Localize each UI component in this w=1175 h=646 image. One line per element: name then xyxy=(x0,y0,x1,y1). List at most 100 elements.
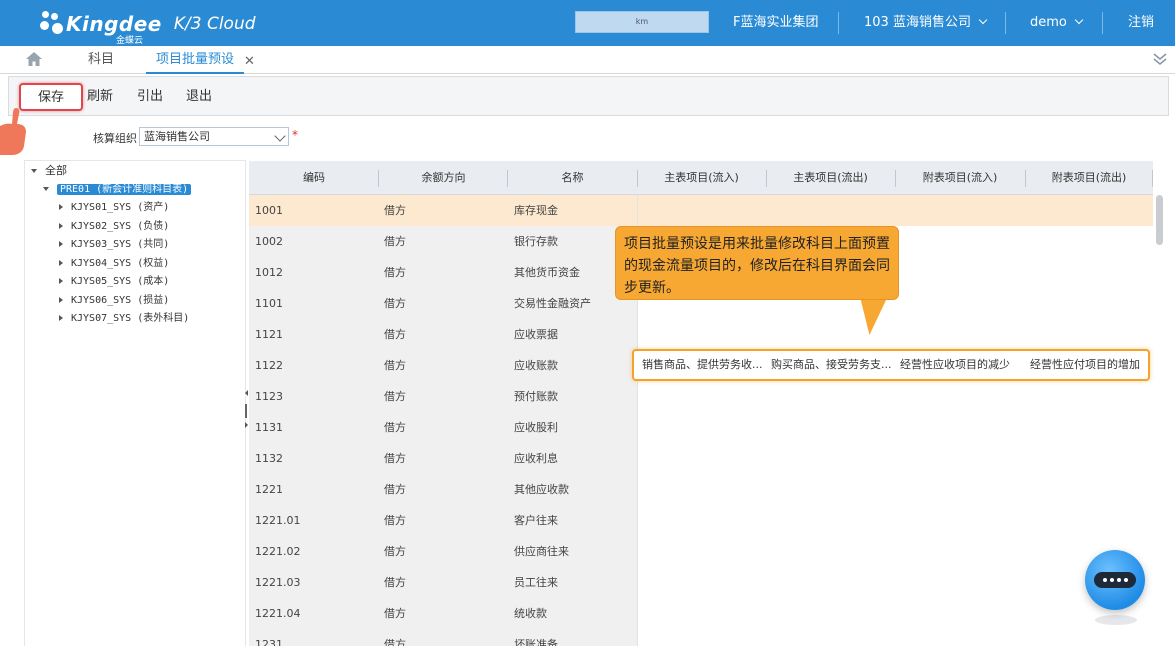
col-direction[interactable]: 余额方向 xyxy=(379,161,508,195)
cashflow-item-main-in[interactable]: 销售商品、提供劳务收... xyxy=(642,351,763,379)
tree-root[interactable]: 全部 xyxy=(31,163,67,179)
cell-direction: 借方 xyxy=(384,576,406,589)
row-item-cells[interactable] xyxy=(637,629,1153,646)
col-main-in[interactable]: 主表项目(流入) xyxy=(637,161,766,195)
tab-subject[interactable]: 科目 xyxy=(88,46,114,74)
row-item-cells[interactable] xyxy=(637,195,1153,226)
table-row[interactable]: 1221.02 借方 供应商往来 xyxy=(249,536,1153,567)
row-fixed-cells xyxy=(249,350,637,381)
caret-down-icon xyxy=(43,187,49,191)
row-item-cells[interactable] xyxy=(637,381,1153,412)
tree-node[interactable]: KJYS01_SYS (资产) xyxy=(59,199,169,215)
row-item-cells[interactable] xyxy=(637,474,1153,505)
cell-code: 1221.02 xyxy=(255,545,301,558)
cashflow-item-sub-out[interactable]: 经营性应付项目的增加 xyxy=(1030,351,1140,379)
col-sub-out[interactable]: 附表项目(流出) xyxy=(1025,161,1153,195)
assistant-bot-icon[interactable] xyxy=(1085,550,1145,610)
row-item-cells[interactable] xyxy=(637,536,1153,567)
col-name[interactable]: 名称 xyxy=(508,161,637,195)
row-item-cells[interactable] xyxy=(637,567,1153,598)
cell-code: 1001 xyxy=(255,204,283,217)
assistant-face xyxy=(1094,572,1136,588)
group-name[interactable]: F蓝海实业集团 xyxy=(733,0,818,46)
arrow-left-icon xyxy=(245,390,248,396)
row-item-cells[interactable] xyxy=(637,412,1153,443)
exit-button[interactable]: 退出 xyxy=(186,85,212,109)
table-row[interactable]: 1231 借方 坏账准备 xyxy=(249,629,1153,646)
row-item-cells[interactable] xyxy=(637,443,1153,474)
cell-code: 1012 xyxy=(255,266,283,279)
tree-root-label: 全部 xyxy=(45,164,67,177)
tree-node[interactable]: KJYS05_SYS (成本) xyxy=(59,273,169,289)
cell-name: 其他应收款 xyxy=(514,483,569,496)
pointing-hand-icon xyxy=(0,108,26,155)
tree-node-label: KJYS04_SYS (权益) xyxy=(71,258,170,269)
search-input[interactable]: km xyxy=(575,11,709,33)
user-menu[interactable]: demo xyxy=(1030,0,1084,46)
cell-name: 应收票据 xyxy=(514,328,558,341)
cell-direction: 借方 xyxy=(384,328,406,341)
org-switcher[interactable]: 103 蓝海销售公司 xyxy=(864,0,988,46)
row-item-cells[interactable] xyxy=(637,598,1153,629)
tree-node-label: PRE01 (新会计准则科目表) xyxy=(57,184,192,195)
cashflow-items-highlight: 销售商品、提供劳务收... 购买商品、接受劳务支... 经营性应收项目的减少 经… xyxy=(632,349,1150,381)
row-item-cells[interactable] xyxy=(637,505,1153,536)
tree-node[interactable]: KJYS07_SYS (表外科目) xyxy=(59,310,189,326)
col-main-out[interactable]: 主表项目(流出) xyxy=(766,161,895,195)
cell-direction: 借方 xyxy=(384,297,406,310)
org-select[interactable]: 蓝海销售公司 xyxy=(139,127,289,146)
tree-node[interactable]: KJYS02_SYS (负债) xyxy=(59,218,169,234)
cell-name: 应收账款 xyxy=(514,359,558,372)
col-code[interactable]: 编码 xyxy=(249,161,379,195)
panel-splitter[interactable] xyxy=(245,388,248,428)
chevron-down-icon xyxy=(1074,15,1084,25)
home-icon[interactable] xyxy=(26,52,42,66)
tree-node[interactable]: KJYS04_SYS (权益) xyxy=(59,255,169,271)
chevron-down-icon xyxy=(978,15,988,25)
account-tree: 全部 PRE01 (新会计准则科目表) KJYS01_SYS (资产) KJYS… xyxy=(24,160,246,646)
row-fixed-cells xyxy=(249,443,637,474)
cell-code: 1002 xyxy=(255,235,283,248)
double-chevron-down-icon[interactable] xyxy=(1153,52,1167,66)
cell-direction: 借方 xyxy=(384,514,406,527)
tree-node-label: KJYS07_SYS (表外科目) xyxy=(71,313,190,324)
table-row[interactable]: 1131 借方 应收股利 xyxy=(249,412,1153,443)
cell-direction: 借方 xyxy=(384,483,406,496)
cell-code: 1123 xyxy=(255,390,283,403)
table-row[interactable]: 1221 借方 其他应收款 xyxy=(249,474,1153,505)
cell-direction: 借方 xyxy=(384,545,406,558)
scrollbar-thumb[interactable] xyxy=(1156,195,1163,245)
refresh-button[interactable]: 刷新 xyxy=(87,85,113,109)
table-row[interactable]: 1132 借方 应收利息 xyxy=(249,443,1153,474)
row-item-cells[interactable] xyxy=(637,319,1153,350)
tree-node-pre01[interactable]: PRE01 (新会计准则科目表) xyxy=(43,181,192,197)
col-sub-in[interactable]: 附表项目(流入) xyxy=(895,161,1025,195)
table-row[interactable]: 1221.01 借方 客户往来 xyxy=(249,505,1153,536)
tab-batch-preset[interactable]: 项目批量预设 xyxy=(146,46,245,74)
tab-bar: 科目 项目批量预设 ✕ xyxy=(0,46,1175,74)
logo-text: Kingdee xyxy=(66,12,162,36)
cashflow-item-sub-in[interactable]: 经营性应收项目的减少 xyxy=(900,351,1010,379)
caret-right-icon xyxy=(59,297,63,303)
tree-node[interactable]: KJYS06_SYS (损益) xyxy=(59,292,169,308)
top-header: Kingdee 金蝶云 K/3 Cloud km F蓝海实业集团 103 蓝海销… xyxy=(0,0,1175,46)
table-row[interactable]: 1221.04 借方 统收款 xyxy=(249,598,1153,629)
tree-node[interactable]: KJYS03_SYS (共同) xyxy=(59,236,169,252)
logout-link[interactable]: 注销 xyxy=(1128,0,1154,46)
header-divider xyxy=(1102,12,1103,34)
row-fixed-cells xyxy=(249,536,637,567)
cell-direction: 借方 xyxy=(384,638,406,646)
caret-right-icon xyxy=(59,278,63,284)
close-icon[interactable]: ✕ xyxy=(244,54,255,69)
cashflow-item-main-out[interactable]: 购买商品、接受劳务支... xyxy=(771,351,892,379)
table-row[interactable]: 1001 借方 库存现金 xyxy=(249,195,1153,226)
cell-code: 1221 xyxy=(255,483,283,496)
export-button[interactable]: 引出 xyxy=(137,85,163,109)
row-fixed-cells xyxy=(249,567,637,598)
assistant-shadow xyxy=(1095,615,1137,625)
table-row[interactable]: 1123 借方 预付账款 xyxy=(249,381,1153,412)
grid-scrollbar[interactable] xyxy=(1153,161,1165,646)
table-row[interactable]: 1221.03 借方 员工往来 xyxy=(249,567,1153,598)
table-row[interactable]: 1121 借方 应收票据 xyxy=(249,319,1153,350)
row-fixed-cells xyxy=(249,474,637,505)
